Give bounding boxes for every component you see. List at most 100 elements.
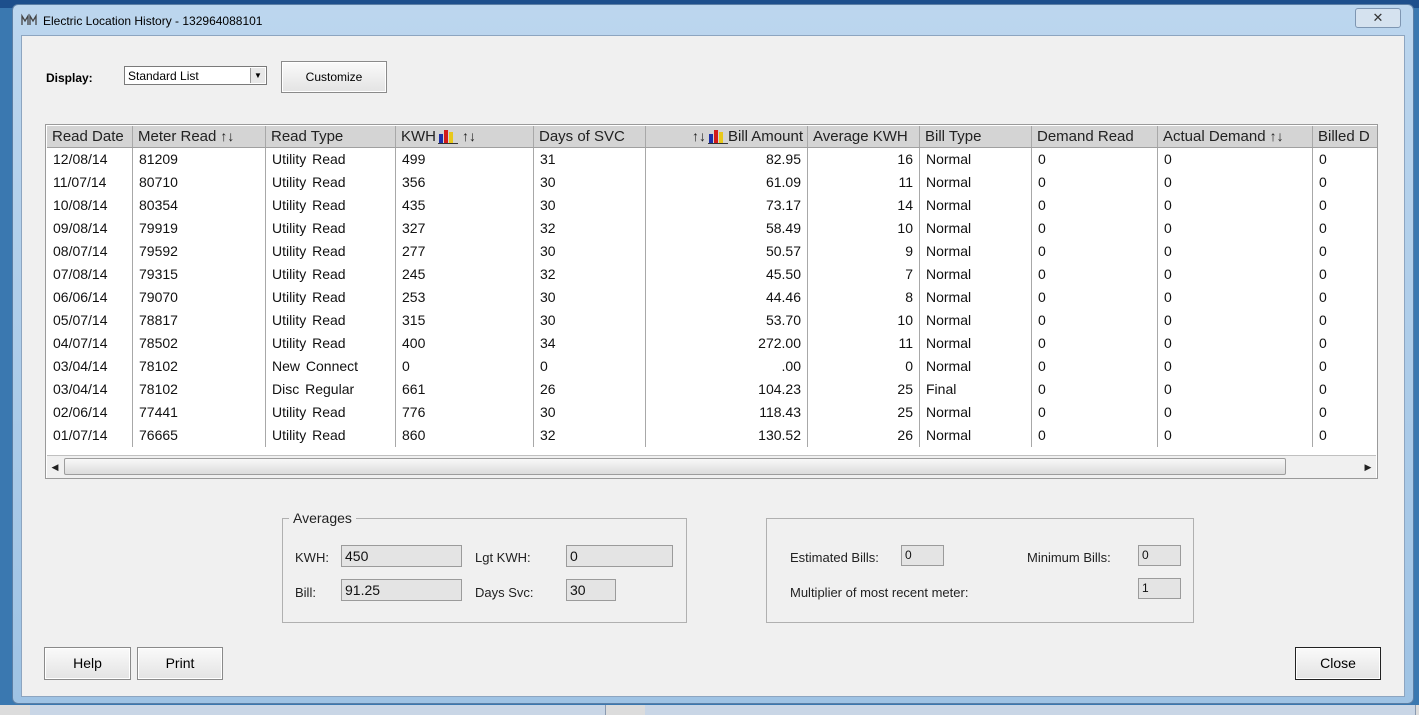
column-header[interactable]: Average KWH xyxy=(808,126,920,147)
table-row[interactable]: 09/08/14 79919 Utility Read 327 32 58.49 10 Nor… xyxy=(47,217,1377,240)
table-row[interactable]: 02/06/14 77441 Utility Read 776 30 118.43 25 No… xyxy=(47,401,1377,424)
display-selected-value: Standard List xyxy=(128,69,199,83)
close-button[interactable]: Close xyxy=(1295,647,1381,680)
sort-arrows-icon[interactable]: ↑↓ xyxy=(462,128,476,144)
table-cell: Normal xyxy=(920,309,1032,332)
bar-chart-icon[interactable] xyxy=(438,128,458,144)
table-cell: 25 xyxy=(808,401,920,424)
display-label: Display: xyxy=(46,71,93,85)
table-cell: 0 xyxy=(1032,263,1158,286)
sort-arrows-icon[interactable]: ↑↓ xyxy=(1270,128,1284,144)
column-header-label: Billed D xyxy=(1318,128,1370,145)
print-button[interactable]: Print xyxy=(137,647,223,680)
bar-chart-icon[interactable] xyxy=(707,128,728,144)
table-cell: 277 xyxy=(396,240,534,263)
history-grid[interactable]: Read Date Meter Read ↑↓ Read Type KWH ↑↓ Days … xyxy=(45,124,1378,479)
table-cell: Normal xyxy=(920,263,1032,286)
table-cell: Normal xyxy=(920,148,1032,171)
horizontal-scrollbar[interactable]: ◀ ▶ xyxy=(47,455,1376,478)
sort-arrows-icon[interactable]: ↑↓ xyxy=(692,128,706,144)
table-cell: 04/07/14 xyxy=(47,332,133,355)
table-row[interactable]: 03/04/14 78102 New Connect 0 0.00 0 Normal 0 0 0 xyxy=(47,355,1377,378)
table-cell: New Connect xyxy=(266,355,396,378)
table-cell: 50.57 xyxy=(646,240,808,263)
table-row[interactable]: 10/08/14 80354 Utility Read 435 30 73.17 14 Nor… xyxy=(47,194,1377,217)
column-header[interactable]: Billed D xyxy=(1313,126,1377,147)
table-cell: Utility Read xyxy=(266,217,396,240)
table-cell: 07/08/14 xyxy=(47,263,133,286)
table-cell: 0 xyxy=(1158,309,1313,332)
table-cell: 26 xyxy=(808,424,920,447)
table-cell: Normal xyxy=(920,240,1032,263)
column-header[interactable]: Meter Read ↑↓ xyxy=(133,126,266,147)
table-cell: 0 xyxy=(1032,240,1158,263)
column-header[interactable]: ↑↓ Bill Amount xyxy=(646,126,808,147)
table-cell: 30 xyxy=(534,401,646,424)
table-row[interactable]: 03/04/14 78102 Disc Regular 661 26 104.23 25 Fi… xyxy=(47,378,1377,401)
table-cell: 30 xyxy=(534,240,646,263)
column-header[interactable]: Actual Demand ↑↓ xyxy=(1158,126,1313,147)
display-dropdown[interactable]: Standard List ▼ xyxy=(124,66,267,85)
title-bar[interactable]: Electric Location History - 132964088101… xyxy=(13,5,1413,35)
table-cell: 09/08/14 xyxy=(47,217,133,240)
table-cell: 77441 xyxy=(133,401,266,424)
table-cell: 0 xyxy=(1158,424,1313,447)
table-cell: Normal xyxy=(920,286,1032,309)
table-cell: 16 xyxy=(808,148,920,171)
avg-bill-field: 91.25 xyxy=(341,579,462,601)
column-header[interactable]: Bill Type xyxy=(920,126,1032,147)
table-row[interactable]: 06/06/14 79070 Utility Read 253 30 44.46 8 Norm… xyxy=(47,286,1377,309)
table-row[interactable]: 08/07/14 79592 Utility Read 277 30 50.57 9 Norm… xyxy=(47,240,1377,263)
table-cell: 34 xyxy=(534,332,646,355)
column-header[interactable]: KWH ↑↓ xyxy=(396,126,534,147)
column-header[interactable]: Days of SVC xyxy=(534,126,646,147)
table-cell: 7 xyxy=(808,263,920,286)
table-cell: 03/04/14 xyxy=(47,355,133,378)
table-cell: 0 xyxy=(1313,378,1377,401)
table-cell: 45.50 xyxy=(646,263,808,286)
table-cell: 0 xyxy=(1158,171,1313,194)
table-cell: 30 xyxy=(534,194,646,217)
table-cell: 0 xyxy=(1313,424,1377,447)
table-cell: 80710 xyxy=(133,171,266,194)
dropdown-arrow-icon[interactable]: ▼ xyxy=(250,68,265,83)
table-cell: Utility Read xyxy=(266,194,396,217)
table-row[interactable]: 01/07/14 76665 Utility Read 860 32 130.52 26 No… xyxy=(47,424,1377,447)
history-dialog: Electric Location History - 132964088101… xyxy=(12,4,1414,704)
column-header[interactable]: Read Date xyxy=(47,126,133,147)
table-cell: 11 xyxy=(808,171,920,194)
table-cell: 0 xyxy=(1313,332,1377,355)
customize-button[interactable]: Customize xyxy=(281,61,387,93)
table-cell: Utility Read xyxy=(266,286,396,309)
table-cell: 104.23 xyxy=(646,378,808,401)
scroll-right-icon[interactable]: ▶ xyxy=(1360,458,1376,476)
table-row[interactable]: 11/07/14 80710 Utility Read 356 30 61.09 11 Nor… xyxy=(47,171,1377,194)
help-button[interactable]: Help xyxy=(44,647,131,680)
column-header[interactable]: Read Type xyxy=(266,126,396,147)
table-cell: 79592 xyxy=(133,240,266,263)
scroll-left-icon[interactable]: ◀ xyxy=(47,458,63,476)
table-row[interactable]: 12/08/14 81209 Utility Read 499 31 82.95 16 Nor… xyxy=(47,148,1377,171)
table-cell: 79070 xyxy=(133,286,266,309)
table-row[interactable]: 04/07/14 78502 Utility Read 400 34 272.00 11 No… xyxy=(47,332,1377,355)
table-cell: 0 xyxy=(1313,286,1377,309)
table-row[interactable]: 05/07/14 78817 Utility Read 315 30 53.70 10 Nor… xyxy=(47,309,1377,332)
table-row[interactable]: 07/08/14 79315 Utility Read 245 32 45.50 7 Norm… xyxy=(47,263,1377,286)
table-cell: 245 xyxy=(396,263,534,286)
column-header-label: Actual Demand xyxy=(1163,128,1266,145)
table-cell: 76665 xyxy=(133,424,266,447)
table-cell: 0 xyxy=(1158,401,1313,424)
table-cell: Utility Read xyxy=(266,240,396,263)
table-cell: 0 xyxy=(1158,378,1313,401)
averages-group: Averages KWH: 450 Lgt KWH: 0 Bill: 91.25… xyxy=(282,510,687,623)
estimated-bills-label: Estimated Bills: xyxy=(790,550,879,565)
table-cell: 0 xyxy=(1032,401,1158,424)
table-cell: 14 xyxy=(808,194,920,217)
table-cell: Final xyxy=(920,378,1032,401)
column-header[interactable]: Demand Read xyxy=(1032,126,1158,147)
table-cell: Normal xyxy=(920,424,1032,447)
scrollbar-thumb[interactable] xyxy=(64,458,1286,475)
table-cell: 0 xyxy=(1158,332,1313,355)
window-close-button[interactable]: ✕ xyxy=(1355,8,1401,28)
sort-arrows-icon[interactable]: ↑↓ xyxy=(220,128,234,144)
